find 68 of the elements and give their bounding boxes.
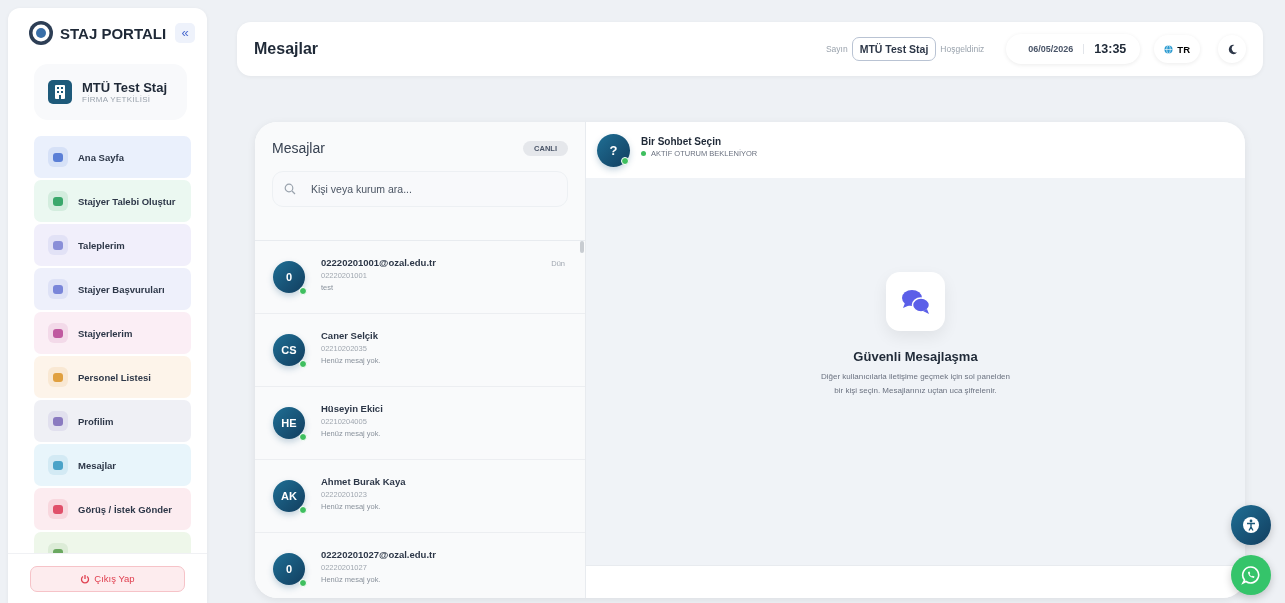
chat-title: Bir Sohbet Seçin	[641, 136, 722, 147]
menu-item[interactable]: Stajyer Talebi Oluştur	[34, 180, 191, 222]
menu-item[interactable]: Ana Sayfa	[34, 136, 191, 178]
collapse-button[interactable]: «	[175, 23, 195, 43]
menu-icon	[48, 367, 68, 387]
power-icon	[80, 573, 91, 584]
menu-icon	[48, 191, 68, 211]
menu-label: Personel Listesi	[78, 371, 151, 383]
theme-toggle[interactable]	[1218, 35, 1246, 63]
logout-button[interactable]: Çıkış Yap	[30, 565, 185, 592]
avatar: ?	[597, 133, 630, 167]
contact-name: 02220201001@ozal.edu.tr	[321, 256, 437, 268]
menu-icon	[48, 499, 68, 519]
greeting-text: Sayın	[825, 44, 848, 54]
greeting-text: Hoşgeldiniz	[940, 44, 985, 54]
menu-label: Stajyer Talebi Oluştur	[78, 195, 176, 207]
language-button[interactable]: TR	[1154, 35, 1200, 63]
menu-icon	[48, 323, 68, 343]
menu-icon	[48, 147, 68, 167]
menu-label: Görüş / İstek Gönder	[78, 503, 172, 515]
menu-item[interactable]: Personel Listesi	[34, 356, 191, 398]
avatar: HE	[273, 407, 305, 439]
time-text: 13:35	[1094, 42, 1127, 56]
contact-name: Hüseyin Ekici	[321, 402, 384, 414]
menu-item[interactable]: Stajyerlerim	[34, 312, 191, 354]
menu-item[interactable]: Stajyer Başvuruları	[34, 268, 191, 310]
menu-label: Profilim	[78, 415, 114, 427]
menu-label: Taleplerim	[78, 239, 125, 251]
avatar: CS	[273, 334, 305, 366]
panel-title: Mesajlar	[272, 140, 325, 156]
accessibility-button[interactable]	[1231, 505, 1271, 545]
phone-bubble-icon	[1241, 565, 1261, 585]
menu-label: Ana Sayfa	[78, 151, 124, 163]
menu-item[interactable]: Görüş / İstek Gönder	[34, 488, 191, 530]
user-role: FİRMA YETKİLİSİ	[82, 95, 152, 104]
search-field[interactable]: Kişi veya kurum ara...	[272, 171, 568, 207]
building-icon	[48, 80, 72, 104]
menu-icon	[48, 279, 68, 299]
search-icon	[284, 183, 296, 195]
empty-state-title: Güvenli Mesajlaşma	[853, 349, 978, 364]
menu-icon	[48, 411, 68, 431]
contact-name: 02220201027@ozal.edu.tr	[321, 548, 437, 560]
user-name: MTÜ Test Staj	[82, 80, 167, 95]
accessibility-icon	[1242, 516, 1260, 534]
emblem-icon	[28, 20, 54, 46]
menu-icon	[48, 235, 68, 255]
page-title: Mesajlar	[254, 40, 320, 58]
menu-label: Stajyer Başvuruları	[78, 283, 165, 295]
menu-label: Mesajlar	[78, 459, 117, 471]
menu-icon	[48, 455, 68, 475]
menu-item[interactable]: Mesajlar	[34, 444, 191, 486]
menu-item[interactable]: Profilim	[34, 400, 191, 442]
contact-name: Ahmet Burak Kaya	[321, 475, 407, 487]
avatar: 0	[273, 553, 305, 585]
globe-icon	[1164, 44, 1174, 54]
scrollbar[interactable]	[580, 241, 584, 253]
avatar: AK	[273, 480, 305, 512]
menu-label: Stajyerlerim	[78, 327, 133, 339]
moon-icon	[1226, 43, 1238, 55]
user-chip: MTÜ Test Staj	[851, 37, 937, 61]
whatsapp-button[interactable]	[1231, 555, 1271, 595]
menu-item[interactable]: Taleplerim	[34, 224, 191, 266]
date-text: 06/05/2026	[1028, 44, 1085, 54]
chat-bubbles-icon	[886, 272, 945, 331]
avatar: 0	[273, 261, 305, 293]
contact-name: Caner Selçik	[321, 329, 380, 341]
empty-state-text: Diğer kullanıcılarla iletişime geçmek için sol panelden bir kişi seçin. Mesajlarınız uçtan uca şifrelenir.	[820, 371, 1011, 397]
brand-title: STAJ PORTALI	[60, 24, 168, 42]
